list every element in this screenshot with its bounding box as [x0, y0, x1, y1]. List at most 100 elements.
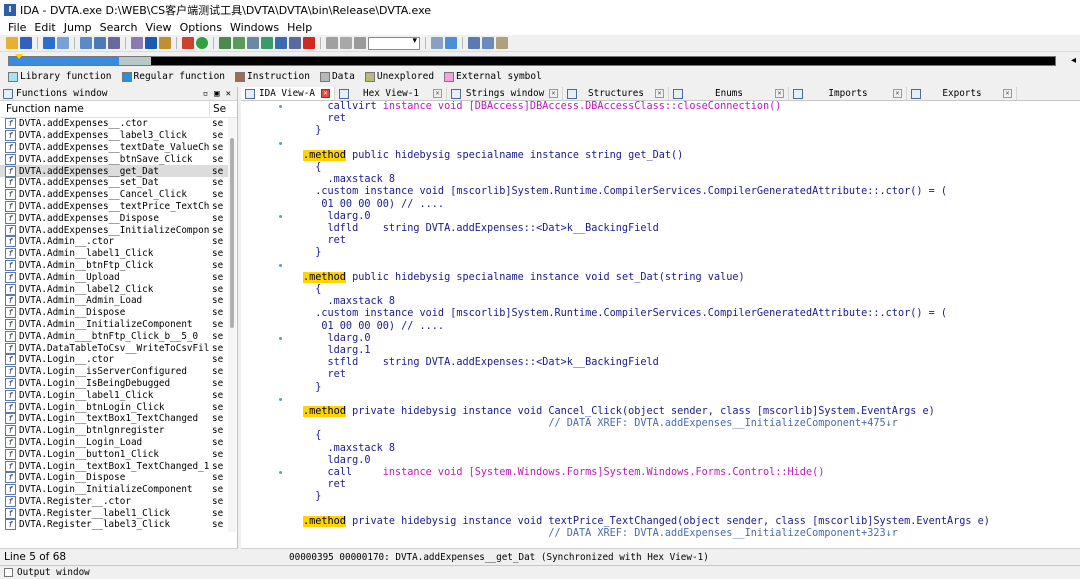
code-line[interactable]: .maxstack 8	[303, 174, 395, 186]
code-line[interactable]: ldarg.0	[303, 211, 371, 223]
function-row[interactable]: f DVTA.Admin__InitializeComponent se	[0, 318, 228, 331]
code-line[interactable]: // DATA XREF: DVTA.addExpenses__Initiali…	[303, 528, 898, 540]
tab-hex-view-1[interactable]: Hex View-1 ✕	[335, 87, 447, 100]
functions-scrollbar[interactable]	[228, 118, 236, 532]
save-icon[interactable]	[20, 37, 32, 49]
immediate-search-icon[interactable]	[108, 37, 120, 49]
function-row[interactable]: f DVTA.Login__Dispose se	[0, 472, 228, 484]
refresh-icon[interactable]	[445, 37, 457, 49]
menu-windows[interactable]: Windows	[226, 21, 283, 34]
code-line[interactable]: .method public hidebysig specialname ins…	[303, 149, 683, 162]
code-line[interactable]: {	[303, 430, 321, 442]
code-line[interactable]: ret	[303, 235, 346, 247]
function-row[interactable]: f DVTA.addExpenses__Cancel_Click se	[0, 189, 228, 201]
tab-close-icon[interactable]: ✕	[549, 89, 558, 98]
jump-down-icon[interactable]	[145, 37, 157, 49]
debugger-select[interactable]	[368, 36, 420, 50]
function-row[interactable]: f DVTA.addExpenses__btnSave_Click se	[0, 153, 228, 165]
search-glass-icon[interactable]	[159, 37, 171, 49]
back-arrow-icon[interactable]	[43, 37, 55, 49]
tab-strings-window[interactable]: Strings window ✕	[447, 87, 563, 100]
tab-structures[interactable]: Structures ✕	[563, 87, 669, 100]
function-row[interactable]: f DVTA.addExpenses__.ctor se	[0, 118, 228, 130]
structs-icon[interactable]	[275, 37, 287, 49]
code-line[interactable]: 01 00 00 00) // ....	[303, 199, 444, 211]
tab-ida-view-a[interactable]: IDA View-A ✕	[241, 87, 335, 100]
disassembly-listing[interactable]: callvirt instance void [DBAccess]DBAcces…	[241, 101, 1080, 548]
function-row[interactable]: f DVTA.Login__btnLogin_Click se	[0, 401, 228, 413]
chart-icon[interactable]	[219, 37, 231, 49]
function-row[interactable]: f DVTA.Admin__Upload se	[0, 271, 228, 283]
graph-icon[interactable]	[182, 37, 194, 49]
code-line[interactable]: ldfld string DVTA.addExpenses::<Dat>k__B…	[303, 223, 659, 235]
open-icon[interactable]	[6, 37, 18, 49]
hex-view-icon[interactable]	[468, 37, 480, 49]
segments-icon[interactable]	[289, 37, 301, 49]
function-row[interactable]: fDVTA.addExpenses__textDate_ValueCha···s…	[0, 141, 228, 154]
function-row[interactable]: f DVTA.Admin__Dispose se	[0, 307, 228, 319]
function-row[interactable]: f DVTA.Login__button1_Click se	[0, 448, 228, 460]
function-row[interactable]: f DVTA.Admin__btnFtp_Click se	[0, 259, 228, 272]
debug-start-icon[interactable]	[326, 37, 338, 49]
code-line[interactable]: .maxstack 8	[303, 296, 395, 308]
code-line[interactable]: callvirt instance void [DBAccess]DBAcces…	[303, 101, 782, 113]
function-row[interactable]: f DVTA.Login__label1_Click se	[0, 389, 228, 401]
navband-arrow-icon[interactable]: ◂	[1071, 55, 1076, 66]
tab-enums[interactable]: Enums ✕	[669, 87, 789, 100]
function-row[interactable]: f DVTA.Login__IsBeingDebugged se	[0, 377, 228, 390]
scroll-thumb[interactable]	[230, 138, 234, 328]
code-line[interactable]: ret	[303, 113, 346, 125]
navigation-band[interactable]: ◂ Library function Regular function Inst…	[0, 52, 1080, 84]
menu-help[interactable]: Help	[283, 21, 316, 34]
function-row[interactable]: f DVTA.Login__textBox1_TextChanged se	[0, 413, 228, 425]
function-row[interactable]: f DVTA.Login__.ctor se	[0, 354, 228, 366]
current-position-marker[interactable]	[15, 54, 23, 59]
function-row[interactable]: fDVTA.addExpenses__textPrice_TextCha···s…	[0, 200, 228, 213]
code-line[interactable]: stfld string DVTA.addExpenses::<Dat>k__B…	[303, 357, 659, 369]
column-segment[interactable]: Se	[210, 103, 226, 115]
code-line[interactable]: .custom instance void [mscorlib]System.R…	[303, 186, 947, 198]
code-line[interactable]: call instance void [System.Windows.Forms…	[303, 467, 825, 479]
tab-exports[interactable]: Exports ✕	[907, 87, 1017, 100]
function-row[interactable]: f DVTA.addExpenses__set_Dat se	[0, 177, 228, 189]
function-row[interactable]: f DVTA.Admin__Admin_Load se	[0, 295, 228, 307]
code-line[interactable]: .method public hidebysig specialname ins…	[303, 271, 745, 284]
tab-close-icon[interactable]: ✕	[321, 89, 330, 98]
menu-edit[interactable]: Edit	[30, 21, 59, 34]
binary-search-icon[interactable]	[80, 37, 92, 49]
code-line[interactable]: }	[303, 491, 321, 503]
code-line[interactable]: ret	[303, 369, 346, 381]
attach-icon[interactable]	[431, 37, 443, 49]
function-row[interactable]: f DVTA.Register__.ctor se	[0, 495, 228, 508]
code-line[interactable]: .method private hidebysig instance void …	[303, 406, 935, 418]
debug-pause-icon[interactable]	[340, 37, 352, 49]
function-row[interactable]: f DVTA.Login__textBox1_TextChanged_1 se	[0, 460, 228, 472]
run-green-icon[interactable]	[196, 37, 208, 49]
debug-stop-icon[interactable]	[354, 37, 366, 49]
function-row[interactable]: f DVTA.Register__label3_Click se	[0, 519, 228, 531]
tab-close-icon[interactable]: ✕	[655, 89, 664, 98]
function-row[interactable]: f DVTA.addExpenses__InitializeComponent se	[0, 224, 228, 236]
tab-close-icon[interactable]: ✕	[775, 89, 784, 98]
code-line[interactable]: }	[303, 382, 321, 394]
menu-view[interactable]: View	[141, 21, 175, 34]
function-row[interactable]: f DVTA.Admin__label1_Click se	[0, 248, 228, 260]
pseudocode-icon[interactable]	[482, 37, 494, 49]
tab-close-icon[interactable]: ✕	[1003, 89, 1012, 98]
function-row[interactable]: f DVTA.addExpenses__get_Dat se	[0, 165, 228, 177]
function-row[interactable]: f DVTA.DataTableToCsv__WriteToCsvFile se	[0, 342, 228, 354]
flow-chart-icon[interactable]	[233, 37, 245, 49]
menu-search[interactable]: Search	[96, 21, 142, 34]
function-row[interactable]: f DVTA.Register__label1_Click se	[0, 507, 228, 519]
code-line[interactable]: .method private hidebysig instance void …	[303, 515, 990, 528]
code-line[interactable]: ret	[303, 479, 346, 491]
float-icon[interactable]: ▣	[214, 89, 219, 99]
code-line[interactable]: ldarg.0	[303, 333, 371, 345]
output-window-bar[interactable]: Output window	[0, 565, 1080, 579]
code-line[interactable]: {	[303, 162, 321, 174]
menu-options[interactable]: Options	[176, 21, 226, 34]
tab-close-icon[interactable]: ✕	[433, 89, 442, 98]
text-search-icon[interactable]	[94, 37, 106, 49]
function-row[interactable]: f DVTA.addExpenses__label3_Click se	[0, 130, 228, 142]
tab-imports[interactable]: Imports ✕	[789, 87, 907, 100]
